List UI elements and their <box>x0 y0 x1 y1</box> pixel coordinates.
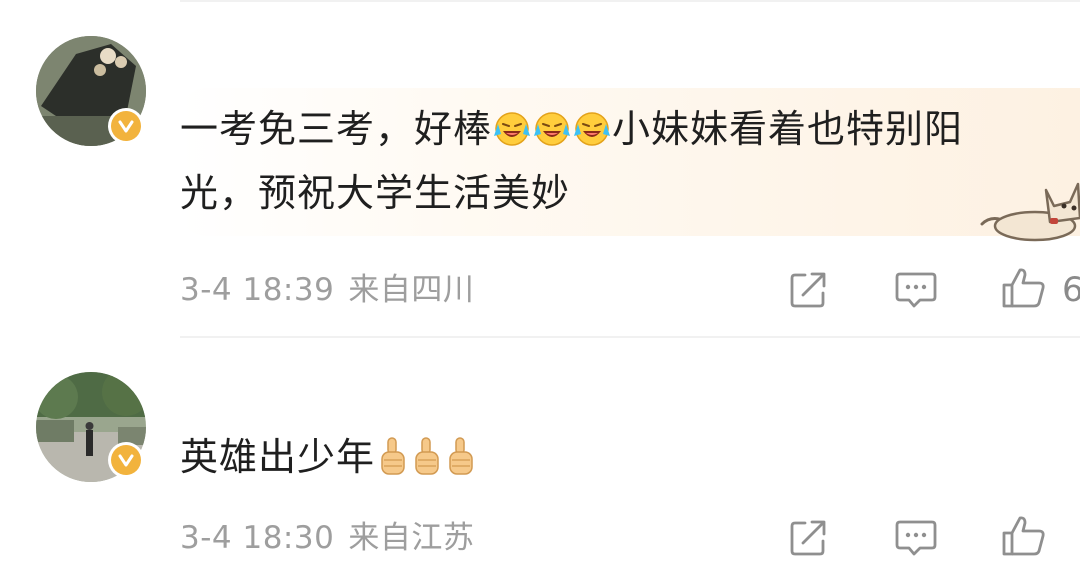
verified-badge-icon <box>108 108 144 144</box>
verified-badge-icon <box>108 442 144 478</box>
comment-location: 来自四川 <box>348 272 475 308</box>
laughing-crying-face-icon <box>493 106 531 164</box>
laughing-crying-face-icon <box>533 106 571 164</box>
share-icon <box>790 520 826 556</box>
comment-item: 一考免三考，好棒 小妹妹看着也特别阳 光，预祝大学生活美妙 3-4 18:39 … <box>0 0 1080 336</box>
comment-button[interactable] <box>892 266 940 314</box>
comment-time: 3-4 18:30 <box>180 520 335 556</box>
comment-meta: 3-4 18:30 来自江苏 <box>180 518 474 558</box>
comment-text-segment: 一考免三考，好棒 <box>180 107 493 151</box>
comment-meta: 3-4 18:39 来自四川 <box>180 270 474 310</box>
like-button[interactable] <box>1000 264 1048 312</box>
dog-sticker-icon <box>980 182 1080 242</box>
comment-text: 英雄出少年 <box>180 428 477 492</box>
comment-time: 3-4 18:39 <box>180 272 335 308</box>
comment-text: 一考免三考，好棒 小妹妹看着也特别阳 光，预祝大学生活美妙 <box>180 100 963 222</box>
thumbs-up-emoji-icon <box>444 434 476 492</box>
comment-text-segment: 英雄出少年 <box>180 435 376 479</box>
thumbs-up-emoji-icon <box>410 434 442 492</box>
laughing-crying-face-icon <box>573 106 611 164</box>
comment-button[interactable] <box>892 514 940 562</box>
comment-bubble-icon <box>895 520 937 556</box>
comment-text-segment: 小妹妹看着也特别阳 <box>612 107 964 151</box>
thumbs-up-icon <box>1002 516 1045 556</box>
like-count: 6 <box>1062 270 1080 310</box>
thumbs-up-emoji-icon <box>376 434 408 492</box>
comment-text-line2: 光，预祝大学生活美妙 <box>180 171 571 215</box>
share-button[interactable] <box>784 266 832 314</box>
comment-location: 来自江苏 <box>348 520 475 556</box>
comment-feed: 一考免三考，好棒 小妹妹看着也特别阳 光，预祝大学生活美妙 3-4 18:39 … <box>0 0 1080 580</box>
like-button[interactable] <box>1000 512 1048 560</box>
share-button[interactable] <box>784 514 832 562</box>
share-icon <box>790 272 826 308</box>
comment-bubble-icon <box>895 272 937 308</box>
comment-item: 英雄出少年 3-4 18:30 来自江苏 <box>0 338 1080 580</box>
thumbs-up-icon <box>1002 268 1045 308</box>
